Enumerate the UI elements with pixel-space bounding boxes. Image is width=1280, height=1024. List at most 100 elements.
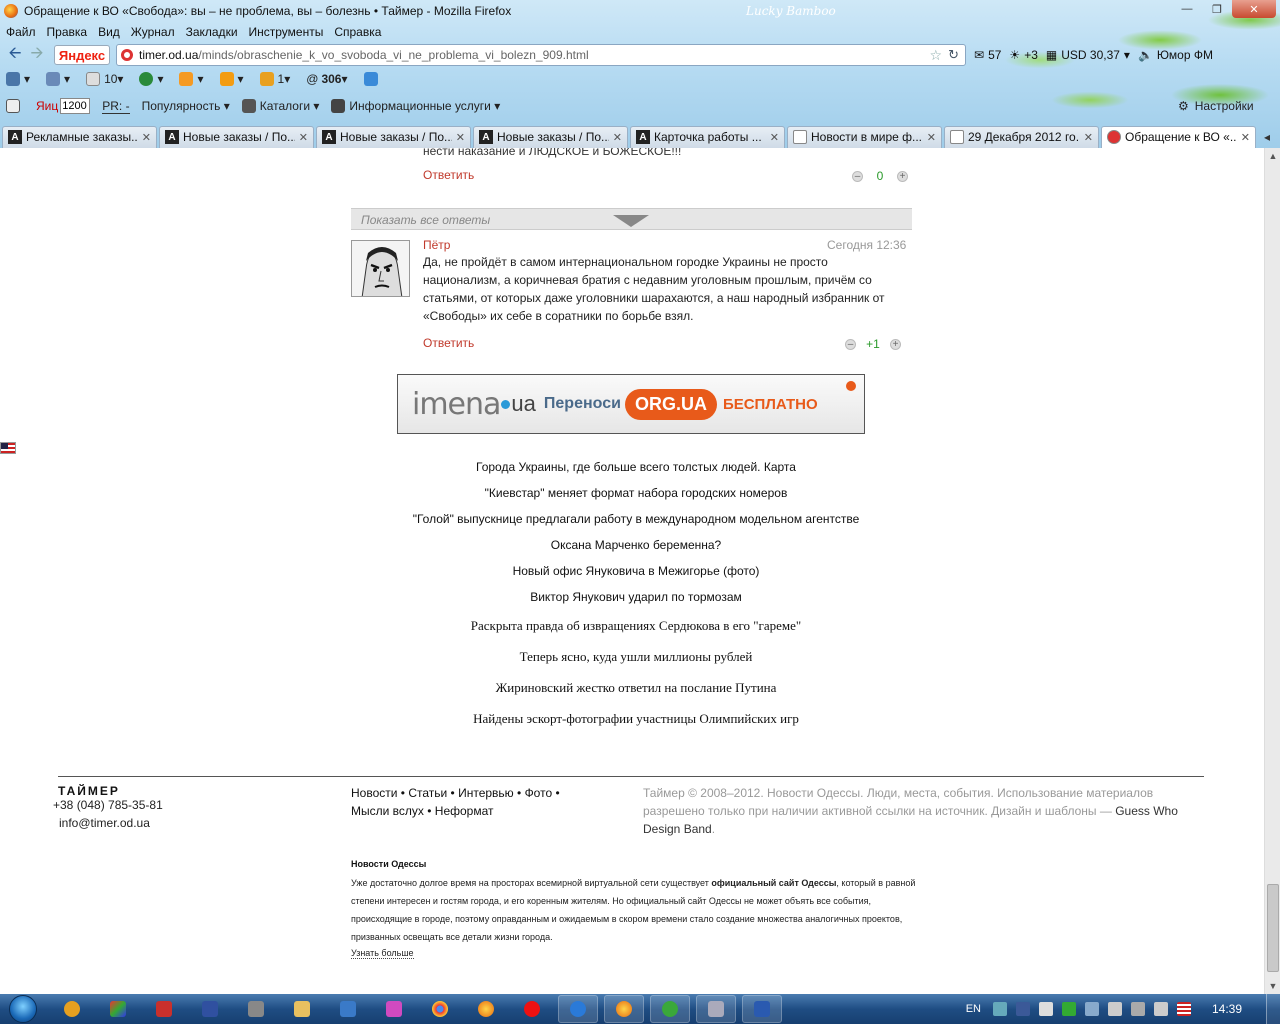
taskbar-app[interactable] xyxy=(282,995,322,1023)
news-link[interactable]: Найдены эскорт-фотографии участницы Олим… xyxy=(280,703,992,734)
browser-tab[interactable]: A Новые заказы / По... ✕ xyxy=(316,125,471,148)
footer-logo[interactable]: ТАЙМЕР xyxy=(58,784,120,798)
tab-close-icon[interactable]: ✕ xyxy=(927,131,936,144)
news-link[interactable]: Города Украины, где больше всего толстых… xyxy=(280,454,992,480)
notes-button[interactable]: 10 ▾ xyxy=(86,72,123,86)
footer-email[interactable]: info@timer.od.ua xyxy=(59,816,150,830)
volume-icon[interactable] xyxy=(1107,1002,1122,1016)
tab-close-icon[interactable]: ✕ xyxy=(299,131,308,144)
news-link[interactable]: Оксана Марченко беременна? xyxy=(280,532,992,558)
us-flag-icon[interactable] xyxy=(0,442,16,454)
news-link[interactable]: Теперь ясно, куда ушли миллионы рублей xyxy=(280,641,992,672)
browser-tab[interactable]: 29 Декабря 2012 го... ✕ xyxy=(944,125,1099,148)
yandex-logo-button[interactable]: Яндекс xyxy=(54,45,110,65)
page-scrollbar[interactable]: ▲ ▼ xyxy=(1264,148,1280,994)
stumble-button[interactable]: ▾ xyxy=(139,72,163,86)
browser-tab[interactable]: Обращение к ВО «... ✕ xyxy=(1101,125,1256,148)
vote-down-button[interactable]: – xyxy=(852,170,863,182)
news-link[interactable]: "Киевстар" меняет формат набора городски… xyxy=(280,480,992,506)
reply-link[interactable]: Ответить xyxy=(423,168,474,182)
browser-tab[interactable]: Новости в мире ф... ✕ xyxy=(787,125,942,148)
facebook-icon[interactable] xyxy=(1015,1002,1030,1016)
browser-tab[interactable]: A Рекламные заказы... ✕ xyxy=(2,125,157,148)
weather-widget[interactable]: ☀ +3 xyxy=(1009,48,1037,62)
tab-scroll-icon[interactable]: ◂ xyxy=(1258,126,1276,148)
odnoklassniki-button[interactable]: ▾ xyxy=(179,72,204,86)
minimize-button[interactable]: — xyxy=(1172,0,1202,18)
at-mail-button[interactable]: @306 ▾ xyxy=(306,72,347,86)
footer-link-articles[interactable]: Статьи xyxy=(408,786,447,800)
back-button[interactable]: 🡨 xyxy=(4,45,26,65)
feather-button[interactable] xyxy=(363,72,382,86)
tab-close-icon[interactable]: ✕ xyxy=(142,131,151,144)
network-icon[interactable] xyxy=(992,1002,1007,1016)
yac-input[interactable] xyxy=(60,98,91,114)
update-icon[interactable] xyxy=(1130,1002,1145,1016)
menu-help[interactable]: Справка xyxy=(334,25,381,39)
footer-link-photo[interactable]: Фото xyxy=(525,786,553,800)
maximize-button[interactable]: ❐ xyxy=(1202,0,1232,18)
footer-link-informal[interactable]: Неформат xyxy=(435,804,494,818)
mail-widget[interactable]: ✉ 57 xyxy=(974,48,1001,62)
info-services-button[interactable]: Информационные услуги ▾ xyxy=(331,99,500,113)
taskbar-app[interactable] xyxy=(190,995,230,1023)
taskbar-app[interactable] xyxy=(650,995,690,1023)
seo-menu-button[interactable] xyxy=(6,99,24,113)
menu-edit[interactable]: Правка xyxy=(47,25,88,39)
news-link[interactable]: Новый офис Януковича в Межигорье (фото) xyxy=(280,558,992,584)
bookmark-star-icon[interactable]: ☆ xyxy=(930,47,943,64)
taskbar-app[interactable] xyxy=(558,995,598,1023)
radio-widget[interactable]: 🔈 Юмор ФМ xyxy=(1138,48,1213,62)
tools-button[interactable]: ▾ xyxy=(46,72,70,86)
menu-file[interactable]: Файл xyxy=(6,25,36,39)
news-link[interactable]: Раскрыта правда об извращениях Сердюкова… xyxy=(280,610,992,641)
imena-ad-banner[interactable]: imena ua Переноси ORG.UA БЕСПЛАТНО xyxy=(397,374,865,434)
menu-history[interactable]: Журнал xyxy=(131,25,175,39)
taskbar-app[interactable] xyxy=(98,995,138,1023)
scroll-up-icon[interactable]: ▲ xyxy=(1265,148,1280,164)
menu-view[interactable]: Вид xyxy=(98,25,120,39)
us-flag-icon[interactable] xyxy=(1176,1002,1191,1016)
comment-author[interactable]: Пётр xyxy=(423,238,450,252)
vote-down-button[interactable]: – xyxy=(845,338,856,350)
taskbar-app[interactable] xyxy=(328,995,368,1023)
browser-tab[interactable]: A Новые заказы / По... ✕ xyxy=(473,125,628,148)
reply-link[interactable]: Ответить xyxy=(423,336,474,350)
menu-tools[interactable]: Инструменты xyxy=(249,25,324,39)
reload-icon[interactable]: ↻ xyxy=(948,47,959,63)
footer-link-thoughts[interactable]: Мысли вслух xyxy=(351,804,424,818)
taskbar-app[interactable] xyxy=(742,995,782,1023)
news-link[interactable]: Жириновский жестко ответил на послание П… xyxy=(280,672,992,703)
catalogs-button[interactable]: Каталоги ▾ xyxy=(241,99,319,113)
taskbar-app[interactable] xyxy=(512,995,552,1023)
taskbar-app[interactable] xyxy=(236,995,276,1023)
scroll-down-icon[interactable]: ▼ xyxy=(1265,978,1280,994)
tab-close-icon[interactable]: ✕ xyxy=(1084,131,1093,144)
vote-up-button[interactable]: + xyxy=(897,170,908,182)
check-icon[interactable] xyxy=(1061,1002,1076,1016)
mail-icon[interactable] xyxy=(1038,1002,1053,1016)
mail-ru-button[interactable]: ▾ xyxy=(219,72,244,86)
tab-close-icon[interactable]: ✕ xyxy=(1241,131,1250,144)
popularity-button[interactable]: Популярность ▾ xyxy=(142,99,230,113)
currency-widget[interactable]: ▦ USD 30,37 ▾ xyxy=(1046,48,1130,62)
taskbar-app[interactable] xyxy=(696,995,736,1023)
footer-link-interviews[interactable]: Интервью xyxy=(458,786,514,800)
tab-close-icon[interactable]: ✕ xyxy=(613,131,622,144)
forward-button[interactable]: 🡪 xyxy=(26,45,48,65)
settings-button[interactable]: ⚙ Настройки xyxy=(1178,99,1254,113)
browser-tab[interactable]: A Карточка работы ... ✕ xyxy=(630,125,785,148)
taskbar-app[interactable] xyxy=(466,995,506,1023)
url-bar[interactable]: timer.od.ua/minds/obraschenie_k_vo_svobo… xyxy=(116,44,966,66)
taskbar-app-active[interactable] xyxy=(604,995,644,1023)
clock[interactable]: 14:39 xyxy=(1212,1002,1242,1016)
vote-up-button[interactable]: + xyxy=(890,338,901,350)
scroll-thumb[interactable] xyxy=(1267,884,1279,972)
steps-button[interactable]: 1 ▾ xyxy=(259,72,290,86)
news-link[interactable]: "Голой" выпускнице предлагали работу в м… xyxy=(280,506,992,532)
menu-bookmarks[interactable]: Закладки xyxy=(186,25,238,39)
footer-link-news[interactable]: Новости xyxy=(351,786,397,800)
show-all-answers-button[interactable]: Показать все ответы xyxy=(351,208,912,230)
vk-button[interactable]: ▾ xyxy=(6,72,30,86)
news-link[interactable]: Виктор Янукович ударил по тормозам xyxy=(280,584,992,610)
